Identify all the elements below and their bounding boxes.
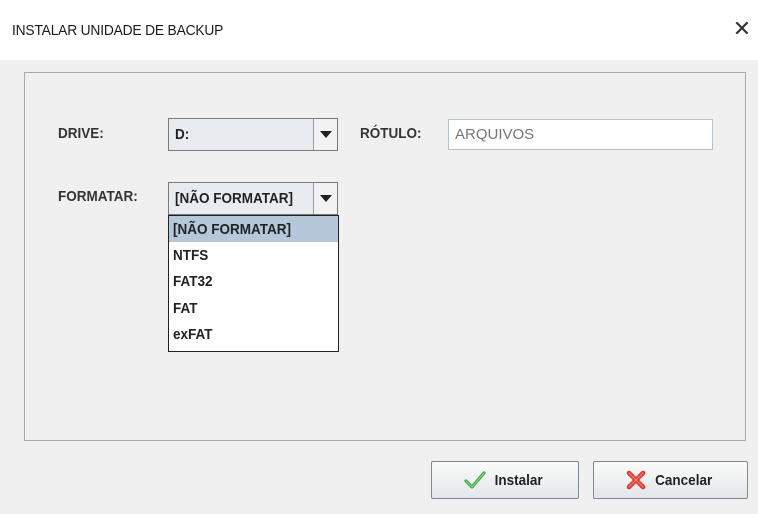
close-icon: ✕: [732, 16, 752, 41]
format-select-arrow[interactable]: [313, 183, 337, 214]
format-option-no-format[interactable]: [NÃO FORMATAR]: [169, 216, 338, 243]
window-title: INSTALAR UNIDADE DE BACKUP: [12, 22, 224, 39]
label-field[interactable]: [448, 119, 713, 150]
x-icon: [626, 470, 646, 490]
format-dropdown-list: [NÃO FORMATAR] NTFS FAT32 FAT exFAT: [168, 215, 339, 352]
cancel-button-label: Cancelar: [654, 471, 713, 489]
format-option-exfat[interactable]: exFAT: [169, 322, 338, 348]
drive-label: DRIVE:: [58, 125, 104, 142]
checkmark-icon: [464, 471, 486, 489]
format-select-value: [NÃO FORMATAR]: [175, 190, 293, 207]
drive-select-arrow[interactable]: [313, 119, 337, 150]
chevron-down-icon: [319, 131, 332, 138]
install-button[interactable]: Instalar: [431, 461, 579, 499]
format-select[interactable]: [NÃO FORMATAR]: [168, 182, 338, 215]
format-option-fat[interactable]: FAT: [169, 295, 338, 321]
title-bar: INSTALAR UNIDADE DE BACKUP ✕: [0, 0, 758, 60]
format-option-fat32[interactable]: FAT32: [169, 269, 338, 295]
label-input[interactable]: [449, 120, 712, 149]
drive-select-value: D:: [175, 126, 190, 143]
label-field-label: RÓTULO:: [360, 125, 422, 142]
cancel-button[interactable]: Cancelar: [593, 461, 748, 499]
dialog-window: INSTALAR UNIDADE DE BACKUP ✕ DRIVE: D: R…: [0, 0, 758, 514]
drive-select[interactable]: D:: [168, 118, 338, 151]
chevron-down-icon: [319, 195, 332, 202]
install-button-label: Instalar: [494, 471, 544, 489]
close-button[interactable]: ✕: [728, 14, 756, 44]
format-option-ntfs[interactable]: NTFS: [169, 242, 338, 268]
format-label: FORMATAR:: [58, 188, 138, 205]
